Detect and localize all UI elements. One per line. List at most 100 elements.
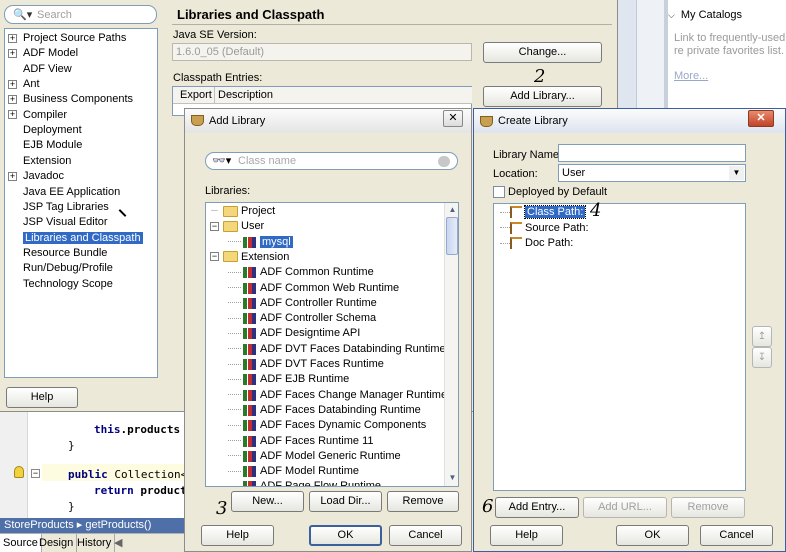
project-tree-item[interactable]: Libraries and Classpath	[8, 231, 143, 246]
column-description[interactable]: Description	[215, 87, 472, 104]
class-name-search[interactable]: 👓▾ Class name	[205, 152, 458, 170]
library-node[interactable]: ADF Faces Change Manager Runtime 11	[228, 388, 458, 403]
project-tree-label: Compiler	[23, 108, 68, 121]
close-icon[interactable]: ✕	[443, 110, 463, 127]
project-tree-item[interactable]: + ADF Model	[8, 46, 78, 61]
create-library-titlebar[interactable]: Create Library	[474, 109, 785, 133]
classpath-label: Classpath Entries:	[173, 72, 263, 84]
library-folder-node[interactable]: − User	[210, 219, 264, 234]
library-node[interactable]: mysql	[228, 235, 293, 250]
project-tree-item[interactable]: JSP Visual Editor	[8, 215, 108, 230]
library-node[interactable]: ADF Controller Schema	[228, 311, 376, 326]
expand-icon[interactable]: +	[8, 110, 17, 120]
project-tree-item[interactable]: ADF View	[8, 62, 72, 77]
add-url-button[interactable]: Add URL...	[583, 497, 667, 518]
library-jar-icon	[243, 373, 257, 386]
library-name-input[interactable]	[558, 144, 746, 162]
close-icon[interactable]: ✕	[748, 110, 774, 127]
project-tree-item[interactable]: Technology Scope	[8, 277, 113, 292]
path-node[interactable]: Doc Path:	[500, 236, 573, 251]
project-tree-item[interactable]: + Business Components	[8, 92, 133, 107]
collapse-icon[interactable]: −	[210, 252, 219, 262]
library-jar-icon	[243, 389, 257, 401]
move-up-button[interactable]: ↥	[752, 326, 772, 347]
path-node-icon	[510, 237, 522, 250]
collapse-icon[interactable]: −	[210, 221, 219, 231]
project-tree-item[interactable]: + Compiler	[8, 108, 67, 123]
project-tree-item[interactable]: Deployment	[8, 123, 82, 138]
project-tree-item[interactable]: Run/Debug/Profile	[8, 261, 113, 276]
library-node[interactable]: ADF Page Flow Runtime	[228, 479, 381, 486]
search-field[interactable]: 🔍▾ Search	[4, 5, 157, 24]
library-node[interactable]: ADF DVT Faces Runtime	[228, 357, 384, 372]
project-tree-item[interactable]: Java EE Application	[8, 185, 120, 200]
location-select[interactable]: User ▼	[558, 164, 746, 182]
add-entry-button[interactable]: Add Entry...	[495, 497, 579, 518]
project-tree-item[interactable]: + Project Source Paths	[8, 31, 126, 46]
project-tree-item[interactable]: Extension	[8, 154, 71, 169]
tab-design[interactable]: Design	[36, 534, 78, 552]
add-library-button[interactable]: Add Library...	[483, 86, 602, 107]
ok-button[interactable]: OK	[309, 525, 382, 546]
library-label: ADF Designtime API	[260, 327, 361, 340]
move-down-button[interactable]: ↧	[752, 347, 772, 368]
collapse-icon[interactable]: ─	[210, 205, 219, 216]
editor-breadcrumb[interactable]: StoreProducts ▸ getProducts()	[0, 518, 190, 533]
scroll-down-icon[interactable]: ▼	[445, 471, 458, 485]
chevron-down-icon[interactable]: ▼	[729, 166, 744, 180]
project-settings-tree[interactable]: + Project Source Paths + ADF Model ADF View +…	[4, 28, 158, 378]
project-tree-item[interactable]: EJB Module	[8, 138, 82, 153]
help-button[interactable]: Help	[201, 525, 274, 546]
scroll-up-icon[interactable]: ▲	[445, 203, 458, 217]
help-button[interactable]: Help	[6, 387, 78, 408]
fold-icon[interactable]: −	[31, 469, 40, 478]
library-node[interactable]: ADF Faces Dynamic Components	[228, 418, 426, 433]
library-label: ADF Faces Databinding Runtime	[260, 403, 421, 416]
project-tree-item[interactable]: + Ant	[8, 77, 40, 92]
ok-button[interactable]: OK	[616, 525, 689, 546]
change-button[interactable]: Change...	[483, 42, 602, 63]
remove-button[interactable]: Remove	[671, 497, 745, 518]
library-paths-tree[interactable]: Class Path: Source Path: Doc Path:	[493, 203, 746, 491]
libraries-scrollbar[interactable]: ▲ ▼	[444, 203, 458, 486]
path-node[interactable]: Class Path:	[500, 205, 587, 220]
library-node[interactable]: ADF Model Generic Runtime	[228, 449, 401, 464]
expand-icon[interactable]: +	[8, 94, 17, 104]
library-node[interactable]: ADF EJB Runtime	[228, 372, 349, 387]
expand-icon[interactable]: +	[8, 33, 17, 43]
project-tree-item[interactable]: JSP Tag Libraries	[8, 200, 109, 215]
cancel-button[interactable]: Cancel	[389, 525, 462, 546]
catalogs-more-link[interactable]: More...	[674, 70, 708, 82]
expand-icon[interactable]: +	[8, 48, 17, 58]
add-library-titlebar[interactable]: Add Library	[185, 109, 471, 133]
clear-search-icon[interactable]	[438, 156, 450, 167]
path-node[interactable]: Source Path:	[500, 221, 589, 236]
remove-button[interactable]: Remove	[387, 491, 459, 512]
checkbox-box[interactable]	[493, 186, 505, 198]
help-button[interactable]: Help	[490, 525, 563, 546]
column-export[interactable]: Export	[173, 87, 215, 104]
expand-icon[interactable]: +	[8, 171, 17, 181]
library-node[interactable]: ADF Faces Runtime 11	[228, 434, 374, 449]
project-tree-item[interactable]: Resource Bundle	[8, 246, 107, 261]
library-node[interactable]: ADF Controller Runtime	[228, 296, 377, 311]
library-node[interactable]: ADF Faces Databinding Runtime	[228, 403, 421, 418]
project-tree-item[interactable]: + Javadoc	[8, 169, 64, 184]
library-node[interactable]: ADF Model Runtime	[228, 464, 359, 479]
library-node[interactable]: ADF Common Runtime	[228, 265, 374, 280]
new-button[interactable]: New...	[231, 491, 304, 512]
tab-history[interactable]: History	[74, 534, 116, 552]
lightbulb-icon[interactable]	[14, 466, 24, 478]
library-node[interactable]: ADF Designtime API	[228, 326, 360, 341]
scroll-left-icon[interactable]: ◀	[114, 536, 122, 549]
cancel-button[interactable]: Cancel	[700, 525, 773, 546]
library-node[interactable]: ADF DVT Faces Databinding Runtime	[228, 342, 446, 357]
libraries-tree[interactable]: ─ Project − User mysql − Extension ADF Common R…	[205, 202, 459, 487]
library-folder-node[interactable]: − Extension	[210, 250, 289, 265]
load-dir-button[interactable]: Load Dir...	[309, 491, 382, 512]
catalogs-header-row[interactable]: ⌵ My Catalogs	[668, 9, 786, 24]
library-node[interactable]: ADF Common Web Runtime	[228, 281, 399, 296]
library-folder-node[interactable]: ─ Project	[210, 204, 275, 219]
expand-icon[interactable]: +	[8, 79, 17, 89]
scroll-thumb[interactable]	[446, 217, 458, 255]
